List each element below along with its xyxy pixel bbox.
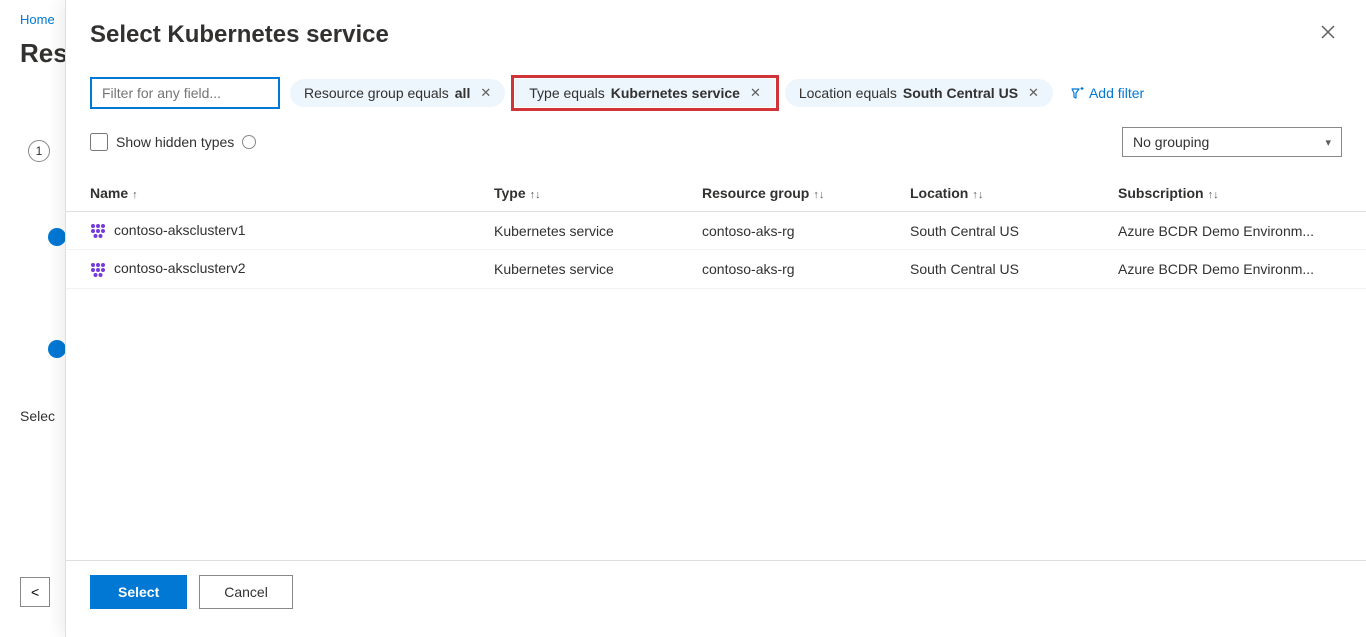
sort-icon: ↑↓ <box>972 189 983 201</box>
sort-icon: ↑↓ <box>1208 189 1219 201</box>
show-hidden-types-label: Show hidden types <box>116 134 234 150</box>
results-table-wrap: Name ↑ Type ↑↓ Resource group ↑↓ Location ↑↓… <box>66 167 1366 560</box>
remove-filter-icon[interactable]: ✕ <box>480 85 491 101</box>
pill-label: Resource group equals <box>304 85 449 101</box>
add-filter-label: Add filter <box>1089 85 1144 101</box>
filter-search-input[interactable] <box>90 77 280 109</box>
pill-value: Kubernetes service <box>611 85 740 101</box>
step-circle: 1 <box>28 140 50 162</box>
filter-pill-resource-group[interactable]: Resource group equals all ✕ <box>290 79 505 107</box>
close-icon <box>1320 24 1336 40</box>
col-sub-label: Subscription <box>1118 185 1204 201</box>
panel-title: Select Kubernetes service <box>90 21 389 49</box>
cell-resource-group: contoso-aks-rg <box>690 250 898 288</box>
results-table: Name ↑ Type ↑↓ Resource group ↑↓ Location ↑↓… <box>66 175 1366 289</box>
cell-type: Kubernetes service <box>482 250 690 288</box>
col-loc-label: Location <box>910 185 968 201</box>
chevron-down-icon: ▾ <box>1325 136 1331 149</box>
remove-filter-icon[interactable]: ✕ <box>750 85 761 101</box>
table-row[interactable]: contoso-aksclusterv2Kubernetes serviceco… <box>66 250 1366 288</box>
close-button[interactable] <box>1314 18 1342 51</box>
show-hidden-types[interactable]: Show hidden types <box>90 133 256 151</box>
show-hidden-types-checkbox[interactable] <box>90 133 108 151</box>
grouping-value: No grouping <box>1133 134 1209 150</box>
add-filter-button[interactable]: Add filter <box>1063 79 1152 107</box>
col-location[interactable]: Location ↑↓ <box>898 175 1106 212</box>
cell-location: South Central US <box>898 212 1106 250</box>
info-icon <box>48 228 66 246</box>
filter-plus-icon <box>1071 86 1085 100</box>
kubernetes-service-icon <box>90 262 106 278</box>
col-name-label: Name <box>90 185 128 201</box>
cell-name: contoso-aksclusterv2 <box>66 250 482 288</box>
cell-resource-group: contoso-aks-rg <box>690 212 898 250</box>
panel-header: Select Kubernetes service <box>66 0 1366 59</box>
kubernetes-service-icon <box>90 223 106 239</box>
pill-value: all <box>455 85 471 101</box>
filter-pill-type[interactable]: Type equals Kubernetes service ✕ <box>515 79 775 107</box>
panel-footer: Select Cancel <box>66 560 1366 637</box>
cell-location: South Central US <box>898 250 1106 288</box>
col-type-label: Type <box>494 185 526 201</box>
col-rg-label: Resource group <box>702 185 809 201</box>
col-type[interactable]: Type ↑↓ <box>482 175 690 212</box>
col-resource-group[interactable]: Resource group ↑↓ <box>690 175 898 212</box>
col-name[interactable]: Name ↑ <box>66 175 482 212</box>
table-row[interactable]: contoso-aksclusterv1Kubernetes serviceco… <box>66 212 1366 250</box>
pill-label: Type equals <box>529 85 605 101</box>
page-title-truncated: Res <box>20 38 68 69</box>
sort-icon: ↑↓ <box>813 189 824 201</box>
cancel-button[interactable]: Cancel <box>199 575 293 609</box>
selected-label-truncated: Selec <box>20 408 55 424</box>
table-header-row: Name ↑ Type ↑↓ Resource group ↑↓ Location ↑↓… <box>66 175 1366 212</box>
wizard-step-1: 1 <box>28 140 50 162</box>
options-bar: Show hidden types No grouping ▾ <box>66 117 1366 167</box>
select-service-panel: Select Kubernetes service Resource group… <box>65 0 1366 637</box>
remove-filter-icon[interactable]: ✕ <box>1028 85 1039 101</box>
select-button[interactable]: Select <box>90 575 187 609</box>
info-icon <box>48 340 66 358</box>
col-subscription[interactable]: Subscription ↑↓ <box>1106 175 1366 212</box>
cell-type: Kubernetes service <box>482 212 690 250</box>
cell-subscription: Azure BCDR Demo Environm... <box>1106 212 1366 250</box>
pill-label: Location equals <box>799 85 897 101</box>
filter-pill-location[interactable]: Location equals South Central US ✕ <box>785 79 1053 107</box>
grouping-dropdown[interactable]: No grouping ▾ <box>1122 127 1342 157</box>
previous-button[interactable]: < <box>20 577 50 607</box>
cell-subscription: Azure BCDR Demo Environm... <box>1106 250 1366 288</box>
info-icon[interactable] <box>242 135 256 149</box>
pill-value: South Central US <box>903 85 1018 101</box>
sort-icon: ↑↓ <box>530 189 541 201</box>
cell-name: contoso-aksclusterv1 <box>66 212 482 250</box>
breadcrumb-home[interactable]: Home <box>20 12 55 27</box>
sort-icon: ↑ <box>132 189 138 201</box>
filter-bar: Resource group equals all ✕ Type equals … <box>66 59 1366 117</box>
